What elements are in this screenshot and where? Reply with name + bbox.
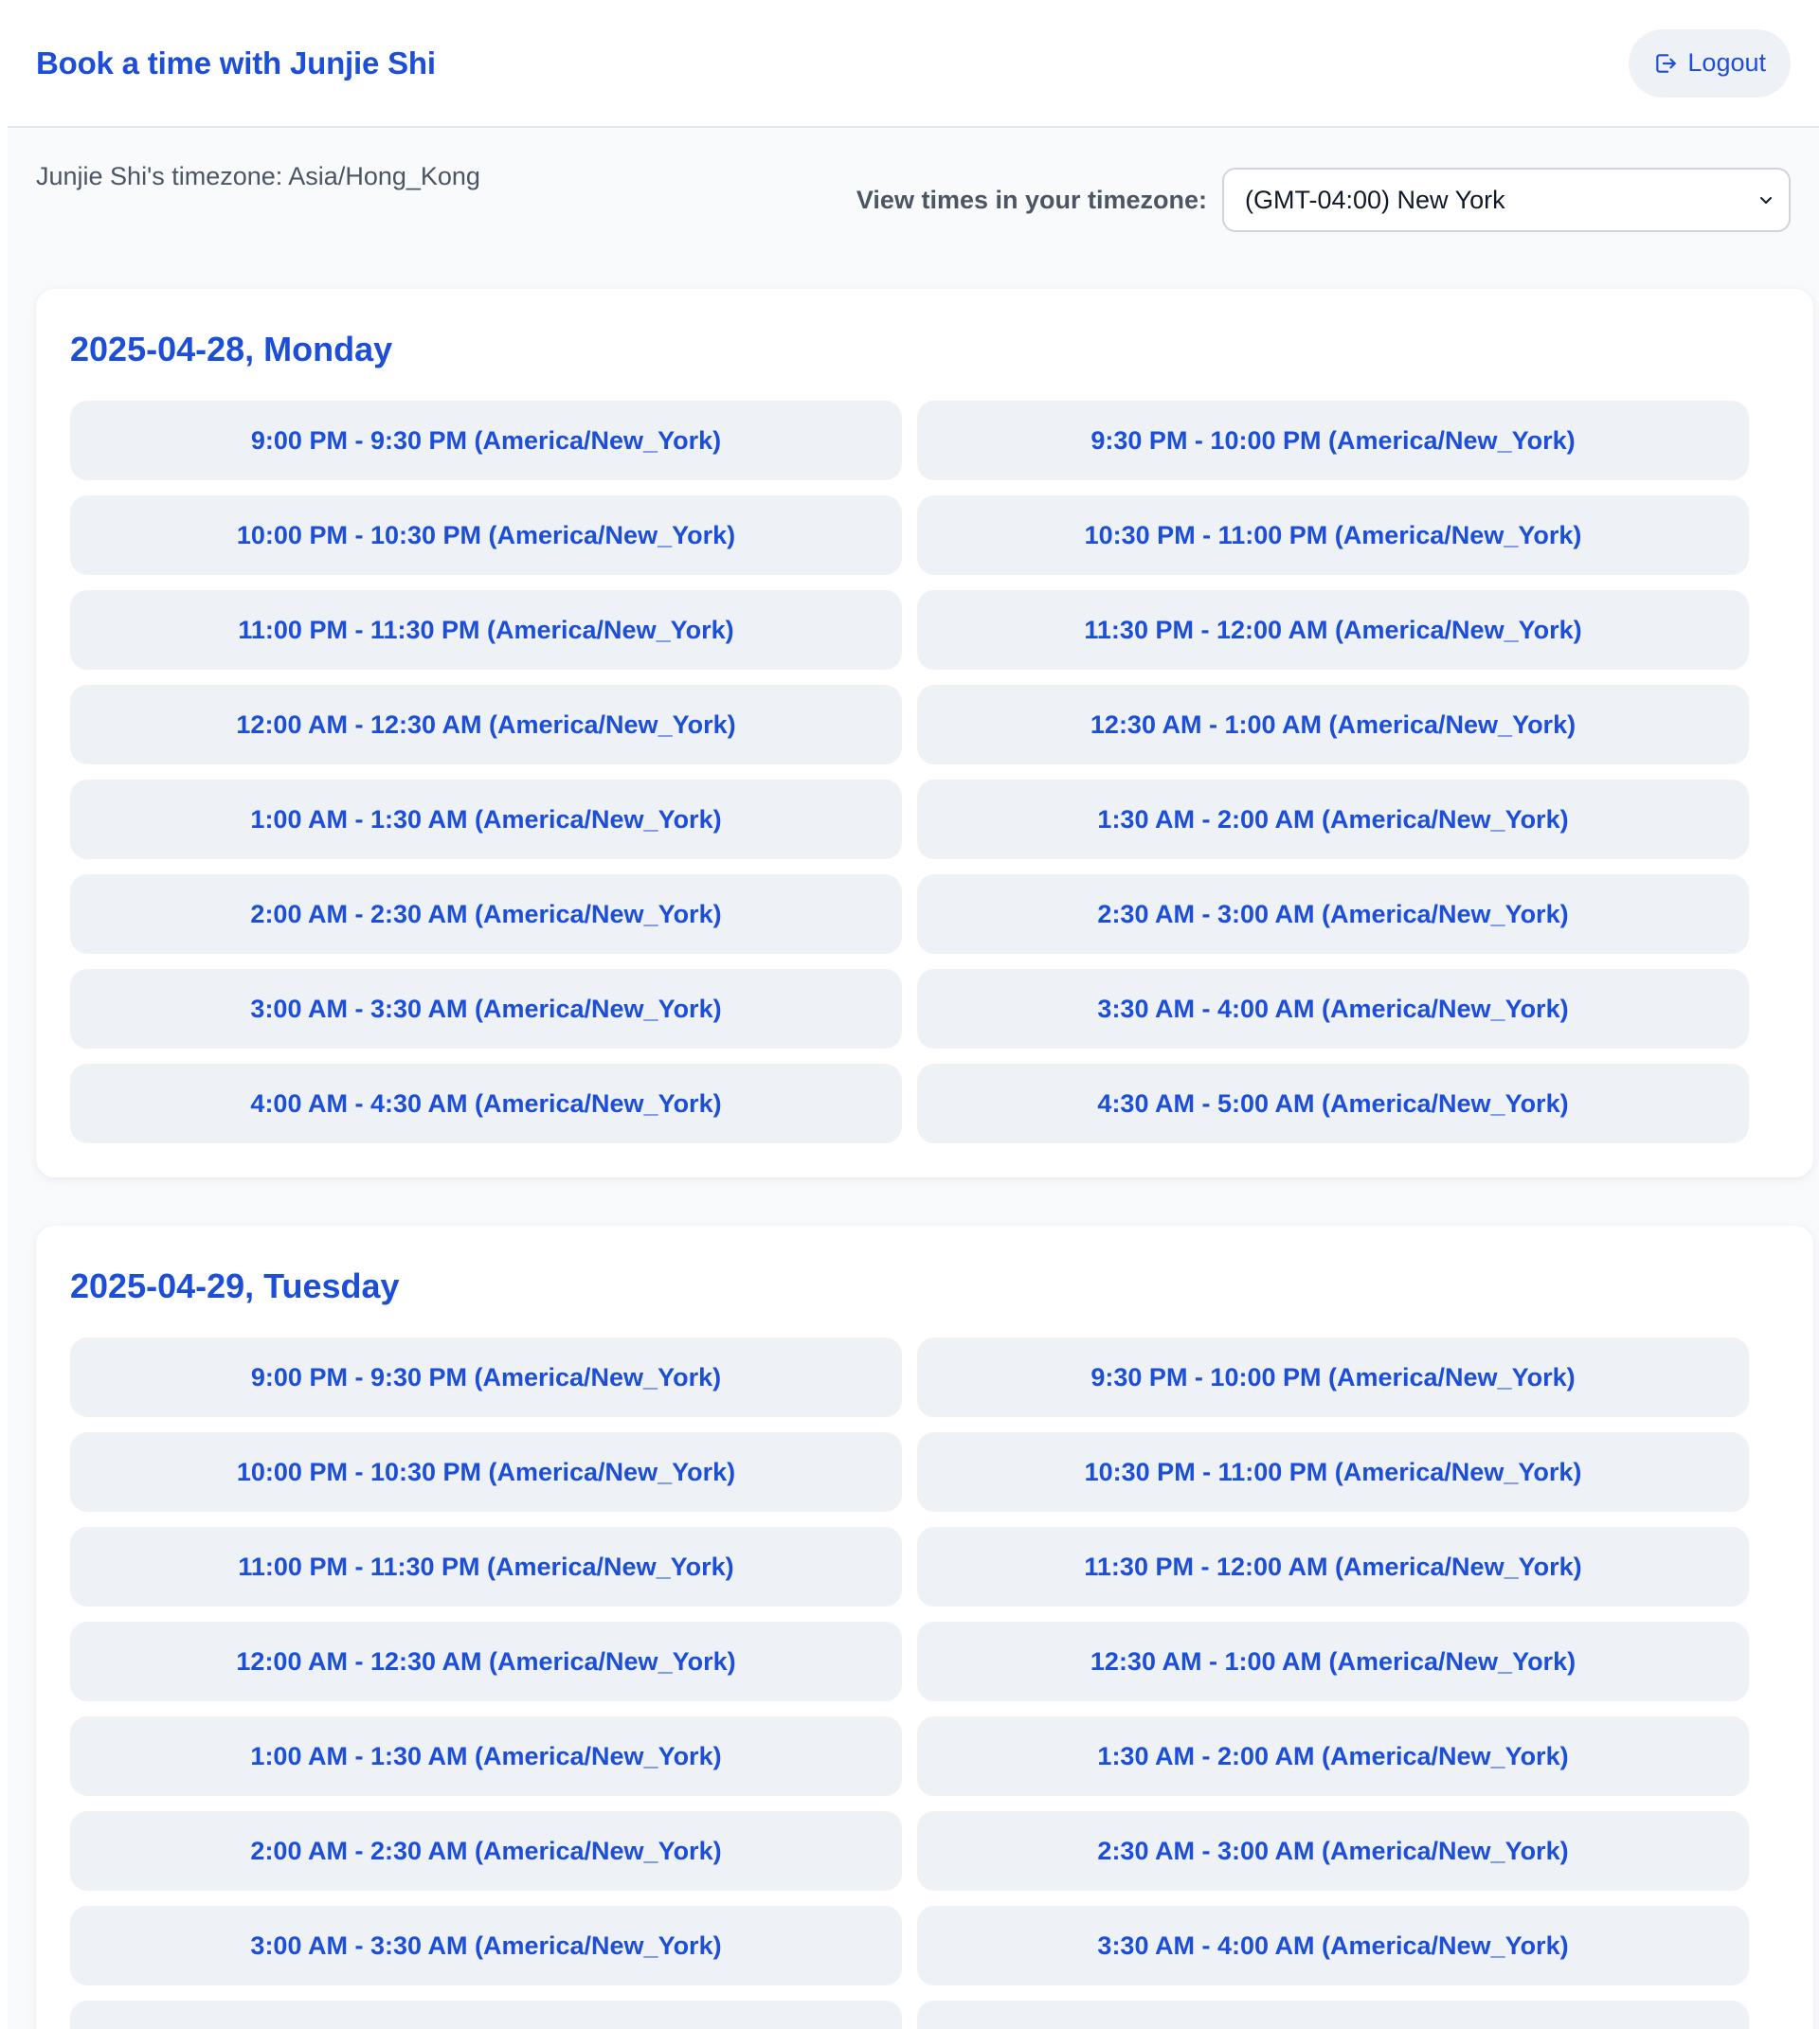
time-slot-button[interactable]: 2:30 AM - 3:00 AM (America/New_York) xyxy=(917,874,1749,954)
time-slot-button[interactable]: 10:00 PM - 10:30 PM (America/New_York) xyxy=(70,495,902,575)
day-card: 2025-04-29, Tuesday 9:00 PM - 9:30 PM (A… xyxy=(36,1226,1813,2029)
timezone-select[interactable]: (GMT-04:00) New York xyxy=(1222,168,1791,232)
timezone-bar: Junjie Shi's timezone: Asia/Hong_Kong Vi… xyxy=(8,128,1819,270)
time-slot-button[interactable]: 9:00 PM - 9:30 PM (America/New_York) xyxy=(70,1338,902,1417)
page-header: Book a time with Junjie Shi Logout xyxy=(8,0,1819,128)
time-slot-button[interactable]: 3:30 AM - 4:00 AM (America/New_York) xyxy=(917,969,1749,1049)
time-slot-button[interactable]: 10:30 PM - 11:00 PM (America/New_York) xyxy=(917,495,1749,575)
booking-page: Book a time with Junjie Shi Logout Junji… xyxy=(8,0,1819,2029)
time-slot-button[interactable]: 12:00 AM - 12:30 AM (America/New_York) xyxy=(70,685,902,764)
time-slot-button[interactable]: 1:30 AM - 2:00 AM (America/New_York) xyxy=(917,780,1749,859)
time-slot-button[interactable]: 2:00 AM - 2:30 AM (America/New_York) xyxy=(70,1811,902,1891)
slot-grid: 9:00 PM - 9:30 PM (America/New_York) 9:3… xyxy=(70,401,1779,1143)
time-slot-button[interactable]: 11:00 PM - 11:30 PM (America/New_York) xyxy=(70,590,902,670)
time-slot-button[interactable]: 3:00 AM - 3:30 AM (America/New_York) xyxy=(70,1906,902,1985)
day-title: 2025-04-28, Monday xyxy=(70,330,393,368)
day-title: 2025-04-29, Tuesday xyxy=(70,1266,400,1305)
time-slot-button[interactable] xyxy=(917,2001,1749,2029)
logout-label: Logout xyxy=(1687,48,1766,77)
timezone-selector: View times in your timezone: (GMT-04:00)… xyxy=(856,168,1791,232)
time-slot-button[interactable]: 12:30 AM - 1:00 AM (America/New_York) xyxy=(917,685,1749,764)
day-card: 2025-04-28, Monday 9:00 PM - 9:30 PM (Am… xyxy=(36,289,1813,1177)
time-slot-button[interactable]: 1:00 AM - 1:30 AM (America/New_York) xyxy=(70,1716,902,1796)
time-slot-button[interactable]: 9:30 PM - 10:00 PM (America/New_York) xyxy=(917,1338,1749,1417)
logout-button[interactable]: Logout xyxy=(1629,28,1791,98)
chevron-down-icon xyxy=(1757,190,1775,209)
time-slot-button[interactable]: 4:30 AM - 5:00 AM (America/New_York) xyxy=(917,1064,1749,1143)
time-slot-button[interactable]: 11:30 PM - 12:00 AM (America/New_York) xyxy=(917,1527,1749,1607)
time-slot-button[interactable]: 11:30 PM - 12:00 AM (America/New_York) xyxy=(917,590,1749,670)
time-slot-button[interactable]: 2:30 AM - 3:00 AM (America/New_York) xyxy=(917,1811,1749,1891)
time-slot-button[interactable]: 3:30 AM - 4:00 AM (America/New_York) xyxy=(917,1906,1749,1985)
timezone-select-label: View times in your timezone: xyxy=(856,185,1207,214)
time-slot-button[interactable]: 1:30 AM - 2:00 AM (America/New_York) xyxy=(917,1716,1749,1796)
timezone-select-value: (GMT-04:00) New York xyxy=(1245,185,1505,214)
time-slot-button[interactable] xyxy=(70,2001,902,2029)
time-slot-button[interactable]: 4:00 AM - 4:30 AM (America/New_York) xyxy=(70,1064,902,1143)
time-slot-button[interactable]: 1:00 AM - 1:30 AM (America/New_York) xyxy=(70,780,902,859)
time-slot-button[interactable]: 3:00 AM - 3:30 AM (America/New_York) xyxy=(70,969,902,1049)
time-slot-button[interactable]: 12:30 AM - 1:00 AM (America/New_York) xyxy=(917,1622,1749,1701)
time-slot-button[interactable]: 9:30 PM - 10:00 PM (America/New_York) xyxy=(917,401,1749,480)
time-slot-button[interactable]: 10:30 PM - 11:00 PM (America/New_York) xyxy=(917,1432,1749,1512)
slot-grid: 9:00 PM - 9:30 PM (America/New_York) 9:3… xyxy=(70,1338,1779,2029)
time-slot-button[interactable]: 10:00 PM - 10:30 PM (America/New_York) xyxy=(70,1432,902,1512)
time-slot-button[interactable]: 12:00 AM - 12:30 AM (America/New_York) xyxy=(70,1622,902,1701)
page-title: Book a time with Junjie Shi xyxy=(36,45,436,81)
time-slot-button[interactable]: 2:00 AM - 2:30 AM (America/New_York) xyxy=(70,874,902,954)
host-timezone-label: Junjie Shi's timezone: Asia/Hong_Kong xyxy=(36,162,480,190)
time-slot-button[interactable]: 11:00 PM - 11:30 PM (America/New_York) xyxy=(70,1527,902,1607)
time-slot-button[interactable]: 9:00 PM - 9:30 PM (America/New_York) xyxy=(70,401,902,480)
logout-icon xyxy=(1653,51,1678,76)
